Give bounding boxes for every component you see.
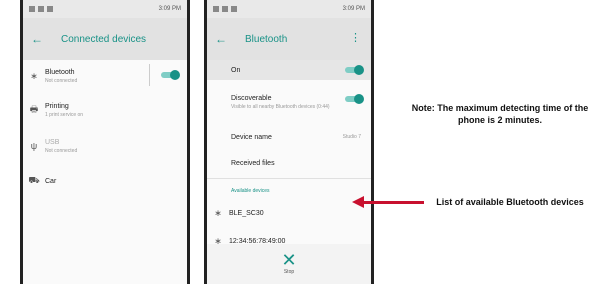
- arrow-left-icon: [352, 196, 364, 208]
- status-time: 3:09 PM: [158, 6, 181, 12]
- bluetooth-toggle[interactable]: [161, 70, 180, 80]
- bluetooth-icon: ∗: [214, 207, 222, 218]
- device-item[interactable]: ∗ BLE_SC30: [207, 204, 371, 222]
- list-item-sub: Not connected: [45, 147, 78, 154]
- more-options-icon[interactable]: ⋮: [350, 31, 361, 44]
- discoverable-label: Discoverable: [231, 94, 272, 102]
- list-item-car[interactable]: ⛟ Car: [23, 172, 187, 190]
- status-bar: 3:09 PM: [23, 0, 187, 18]
- status-time: 3:09 PM: [342, 6, 365, 12]
- connected-devices-screen: 3:09 PM ← Connected devices ∗ Bluetooth …: [20, 0, 190, 284]
- list-item-label: Car: [45, 177, 57, 185]
- list-item-label: Printing: [45, 102, 69, 110]
- bottom-action-bar: ✕ Stop: [207, 244, 371, 284]
- note-detecting-time: Note: The maximum detecting time of the …: [411, 103, 589, 125]
- status-bar: 3:09 PM: [207, 0, 371, 18]
- printer-icon: 🖶: [29, 104, 39, 114]
- page-title: Connected devices: [61, 33, 147, 45]
- discoverable-row[interactable]: Discoverable Visible to all nearby Bluet…: [207, 86, 371, 118]
- received-files-label: Received files: [231, 159, 275, 167]
- received-files-row[interactable]: Received files: [207, 154, 371, 172]
- list-item-printing[interactable]: 🖶 Printing 1 print service on: [23, 98, 187, 122]
- app-bar: ← Connected devices: [23, 18, 187, 60]
- car-icon: ⛟: [28, 175, 40, 185]
- list-item-sub: Not connected: [45, 77, 78, 84]
- available-devices-header: Available devices: [207, 184, 371, 198]
- note-available-list: List of available Bluetooth devices: [436, 197, 584, 207]
- notification-icons: [29, 6, 53, 12]
- bluetooth-icon: ∗: [30, 70, 38, 81]
- list-item-sub: 1 print service on: [45, 111, 84, 118]
- discoverable-sub: Visible to all nearby Bluetooth devices …: [231, 103, 330, 110]
- page-title: Bluetooth: [245, 33, 288, 45]
- arrow-line: [362, 201, 424, 204]
- back-arrow-icon[interactable]: ←: [215, 32, 227, 46]
- device-name-value: Studio 7: [342, 134, 361, 140]
- stop-icon[interactable]: ✕: [207, 251, 371, 269]
- divider: [149, 64, 150, 86]
- list-item-label: USB: [45, 138, 60, 146]
- list-item-usb[interactable]: ψ USB Not connected: [23, 134, 187, 158]
- notification-icons: [213, 6, 237, 12]
- back-arrow-icon[interactable]: ←: [31, 32, 43, 46]
- on-label: On: [231, 66, 241, 74]
- bluetooth-screen: 3:09 PM ← Bluetooth ⋮ On Discoverable Vi…: [204, 0, 374, 284]
- device-name-row[interactable]: Device name Studio 7: [207, 128, 371, 146]
- stop-label[interactable]: Stop: [207, 269, 371, 275]
- discoverable-toggle[interactable]: [345, 94, 364, 104]
- usb-icon: ψ: [30, 141, 38, 151]
- bluetooth-master-toggle[interactable]: [345, 65, 364, 75]
- divider: [207, 178, 371, 179]
- available-devices-label: Available devices: [231, 188, 270, 194]
- device-name-label: Device name: [231, 133, 272, 141]
- device-label: BLE_SC30: [229, 209, 264, 217]
- app-bar: ← Bluetooth ⋮: [207, 18, 371, 60]
